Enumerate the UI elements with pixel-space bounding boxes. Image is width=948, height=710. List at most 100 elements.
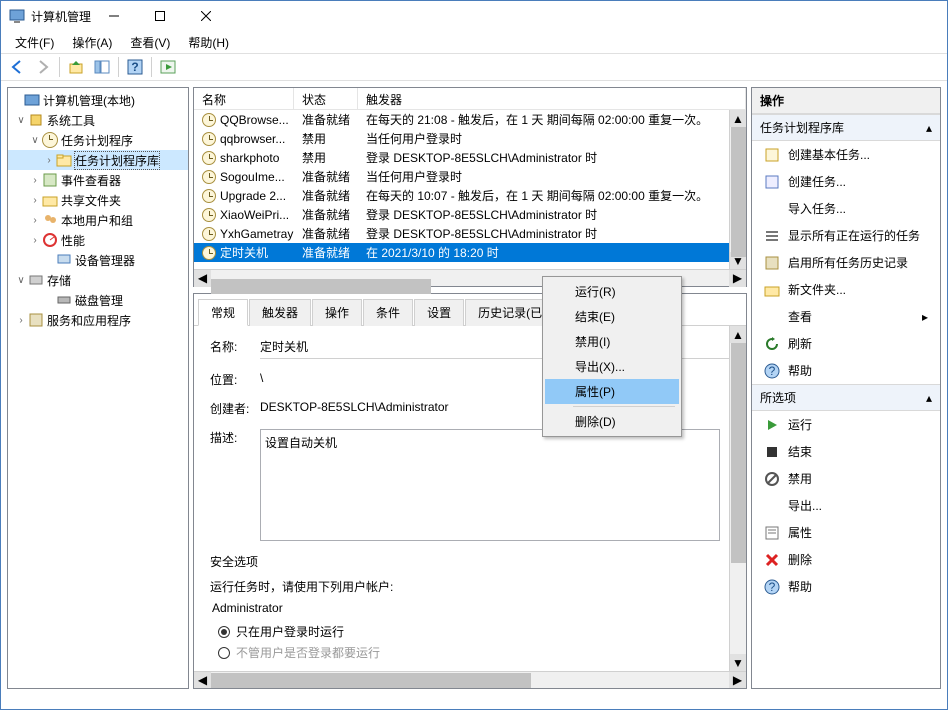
- app-icon: [9, 8, 25, 24]
- up-button[interactable]: [64, 55, 88, 79]
- tree-root[interactable]: 计算机管理(本地): [8, 90, 188, 110]
- vertical-scrollbar[interactable]: ▲▼: [729, 110, 746, 269]
- close-button[interactable]: [183, 1, 229, 31]
- task-list[interactable]: 名称 状态 触发器 QQBrowse...准备就绪在每天的 21:08 - 触发…: [193, 87, 747, 287]
- svg-text:?: ?: [769, 580, 776, 594]
- svg-text:?: ?: [131, 60, 138, 74]
- task-row[interactable]: QQBrowse...准备就绪在每天的 21:08 - 触发后，在 1 天 期间…: [194, 110, 746, 129]
- tree-event-viewer[interactable]: ›事件查看器: [8, 170, 188, 190]
- list-icon: [764, 228, 780, 244]
- action-import-task[interactable]: 导入任务...: [752, 195, 940, 222]
- task-row[interactable]: XiaoWeiPri...准备就绪登录 DESKTOP-8E5SLCH\Admi…: [194, 205, 746, 224]
- ctx-export[interactable]: 导出(X)...: [545, 354, 679, 379]
- action-create-basic[interactable]: 创建基本任务...: [752, 141, 940, 168]
- menu-action[interactable]: 操作(A): [64, 32, 120, 53]
- tree-local-users[interactable]: ›本地用户和组: [8, 210, 188, 230]
- radio-any-time[interactable]: 不管用户是否登录都要运行: [218, 644, 730, 661]
- task-icon: [764, 174, 780, 190]
- task-row[interactable]: sharkphoto禁用登录 DESKTOP-8E5SLCH\Administr…: [194, 148, 746, 167]
- ctx-delete[interactable]: 删除(D): [545, 409, 679, 434]
- tree-services-apps[interactable]: ›服务和应用程序: [8, 310, 188, 330]
- tab-settings[interactable]: 设置: [414, 299, 464, 326]
- action-create-task[interactable]: 创建任务...: [752, 168, 940, 195]
- tree-disk-management[interactable]: 磁盘管理: [8, 290, 188, 310]
- menu-help[interactable]: 帮助(H): [180, 32, 237, 53]
- menu-file[interactable]: 文件(F): [7, 32, 62, 53]
- menu-view[interactable]: 查看(V): [122, 32, 178, 53]
- titlebar: 计算机管理: [1, 1, 947, 31]
- ctx-disable[interactable]: 禁用(I): [545, 329, 679, 354]
- col-name[interactable]: 名称: [194, 88, 294, 109]
- run-task-button[interactable]: [156, 55, 180, 79]
- name-label: 名称:: [210, 338, 260, 355]
- tree-task-scheduler-library[interactable]: ›任务计划程序库: [8, 150, 188, 170]
- action-export[interactable]: 导出...: [752, 492, 940, 519]
- show-hide-tree-button[interactable]: [90, 55, 114, 79]
- tree-shared-folders[interactable]: ›共享文件夹: [8, 190, 188, 210]
- clock-icon: [202, 132, 216, 146]
- help-button[interactable]: ?: [123, 55, 147, 79]
- action-show-running[interactable]: 显示所有正在运行的任务: [752, 222, 940, 249]
- action-view[interactable]: 查看▸: [752, 303, 940, 330]
- tab-triggers[interactable]: 触发器: [249, 299, 311, 326]
- tab-actions[interactable]: 操作: [312, 299, 362, 326]
- chevron-right-icon: ▸: [922, 310, 928, 324]
- clock-icon: [202, 208, 216, 222]
- task-row[interactable]: 定时关机准备就绪在 2021/3/10 的 18:20 时: [194, 243, 746, 262]
- tree-task-scheduler[interactable]: ∨任务计划程序: [8, 130, 188, 150]
- action-run[interactable]: 运行: [752, 411, 940, 438]
- task-row[interactable]: YxhGametray准备就绪登录 DESKTOP-8E5SLCH\Admini…: [194, 224, 746, 243]
- action-end[interactable]: 结束: [752, 438, 940, 465]
- desc-box[interactable]: 设置自动关机: [260, 429, 720, 541]
- task-row[interactable]: Upgrade 2...准备就绪在每天的 10:07 - 触发后，在 1 天 期…: [194, 186, 746, 205]
- action-properties[interactable]: 属性: [752, 519, 940, 546]
- help-icon: ?: [764, 579, 780, 595]
- forward-button[interactable]: [31, 55, 55, 79]
- detail-vertical-scrollbar[interactable]: ▲▼: [729, 326, 746, 671]
- ctx-run[interactable]: 运行(R): [545, 279, 679, 304]
- actions-section-library[interactable]: 任务计划程序库▴: [752, 114, 940, 141]
- clock-icon: [42, 132, 58, 148]
- tree-device-manager[interactable]: 设备管理器: [8, 250, 188, 270]
- task-row[interactable]: qqbrowser...禁用当任何用户登录时: [194, 129, 746, 148]
- navigation-tree[interactable]: 计算机管理(本地) ∨系统工具 ∨任务计划程序 ›任务计划程序库 ›事件查看器 …: [7, 87, 189, 689]
- folder-icon: [764, 282, 780, 298]
- clock-icon: [202, 246, 216, 260]
- stop-icon: [764, 444, 780, 460]
- action-refresh[interactable]: 刷新: [752, 330, 940, 357]
- col-trigger[interactable]: 触发器: [358, 88, 746, 109]
- tree-system-tools[interactable]: ∨系统工具: [8, 110, 188, 130]
- radio-logged-on[interactable]: 只在用户登录时运行: [218, 623, 730, 640]
- tree-performance[interactable]: ›性能: [8, 230, 188, 250]
- detail-horizontal-scrollbar[interactable]: ◀▶: [194, 671, 746, 688]
- action-help-1[interactable]: ?帮助: [752, 357, 940, 384]
- disable-icon: [764, 471, 780, 487]
- action-help-2[interactable]: ?帮助: [752, 573, 940, 600]
- action-delete[interactable]: 删除: [752, 546, 940, 573]
- col-status[interactable]: 状态: [294, 88, 358, 109]
- action-new-folder[interactable]: 新文件夹...: [752, 276, 940, 303]
- ctx-properties[interactable]: 属性(P): [545, 379, 679, 404]
- svg-text:?: ?: [769, 364, 776, 378]
- clock-icon: [202, 227, 216, 241]
- collapse-icon: ▴: [926, 121, 932, 135]
- actions-section-selected[interactable]: 所选项▴: [752, 384, 940, 411]
- tab-conditions[interactable]: 条件: [363, 299, 413, 326]
- location-label: 位置:: [210, 371, 260, 388]
- action-disable[interactable]: 禁用: [752, 465, 940, 492]
- security-title: 安全选项: [210, 553, 730, 570]
- desc-label: 描述:: [210, 429, 260, 446]
- context-menu[interactable]: 运行(R) 结束(E) 禁用(I) 导出(X)... 属性(P) 删除(D): [542, 276, 682, 437]
- menubar: 文件(F) 操作(A) 查看(V) 帮助(H): [1, 31, 947, 53]
- task-list-header: 名称 状态 触发器: [194, 88, 746, 110]
- action-enable-history[interactable]: 启用所有任务历史记录: [752, 249, 940, 276]
- task-row[interactable]: SogouIme...准备就绪当任何用户登录时: [194, 167, 746, 186]
- tab-general[interactable]: 常规: [198, 299, 248, 326]
- back-button[interactable]: [5, 55, 29, 79]
- window-title: 计算机管理: [31, 8, 91, 25]
- ctx-end[interactable]: 结束(E): [545, 304, 679, 329]
- tree-storage[interactable]: ∨存储: [8, 270, 188, 290]
- minimize-button[interactable]: [91, 1, 137, 31]
- actions-pane-title: 操作: [752, 88, 940, 114]
- maximize-button[interactable]: [137, 1, 183, 31]
